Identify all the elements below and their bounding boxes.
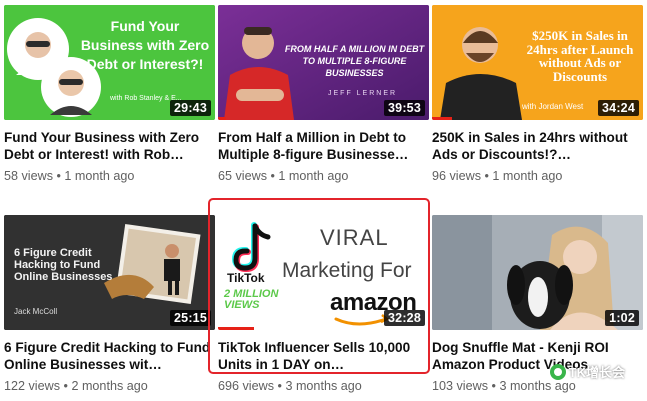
video-meta: 122 views • 2 months ago xyxy=(4,379,215,393)
video-title[interactable]: 250K in Sales in 24hrs without Ads or Di… xyxy=(432,130,639,163)
view-count: 58 views xyxy=(4,169,53,183)
upload-age: 1 month ago xyxy=(492,169,563,183)
thumbnail-viral: VIRAL xyxy=(320,225,389,250)
upload-age: 3 months ago xyxy=(285,379,362,393)
video-title[interactable]: From Half a Million in Debt to Multiple … xyxy=(218,130,425,163)
video-meta: 103 views • 3 months ago xyxy=(432,379,643,393)
video-duration: 32:28 xyxy=(384,310,425,326)
video-thumbnail[interactable]: TikTok 2 MILLION VIEWS VIRAL Marketing F… xyxy=(218,215,429,330)
view-count: 122 views xyxy=(4,379,61,393)
video-card-5[interactable]: TikTok 2 MILLION VIEWS VIRAL Marketing F… xyxy=(218,215,429,393)
video-thumbnail[interactable]: Fund Your Business with Zero Debt or Int… xyxy=(4,5,215,120)
upload-age: 3 months ago xyxy=(499,379,576,393)
upload-age: 1 month ago xyxy=(64,169,135,183)
thumbnail-headline: 6 Figure Credit Hacking to Fund Online B… xyxy=(14,247,113,283)
watermark: TK增长会 xyxy=(549,362,625,381)
video-duration: 39:53 xyxy=(384,100,425,116)
video-thumbnail[interactable]: 1:02 xyxy=(432,215,643,330)
meta-separator: • xyxy=(56,169,61,183)
video-title[interactable]: 6 Figure Credit Hacking to Fund Online B… xyxy=(4,340,211,373)
meta-separator: • xyxy=(270,169,275,183)
watch-progress xyxy=(432,117,452,120)
thumbnail-marketing: Marketing For xyxy=(282,259,412,282)
video-card-4[interactable]: 6 Figure Credit Hacking to Fund Online B… xyxy=(4,215,215,393)
video-card-2[interactable]: FROM HALF A MILLION IN DEBT TO MULTIPLE … xyxy=(218,5,429,183)
watch-progress xyxy=(218,117,226,120)
video-card-1[interactable]: Fund Your Business with Zero Debt or Int… xyxy=(4,5,215,183)
video-thumbnail[interactable]: $250K in Sales in 24hrs after Launch wit… xyxy=(432,5,643,120)
video-thumbnail[interactable]: 6 Figure Credit Hacking to Fund Online B… xyxy=(4,215,215,330)
video-title[interactable]: TikTok Influencer Sells 10,000 Units in … xyxy=(218,340,425,373)
video-duration: 34:24 xyxy=(598,100,639,116)
video-title[interactable]: Fund Your Business with Zero Debt or Int… xyxy=(4,130,211,163)
video-duration: 1:02 xyxy=(605,310,639,326)
view-count: 96 views xyxy=(432,169,481,183)
upload-age: 1 month ago xyxy=(278,169,349,183)
meta-separator: • xyxy=(63,379,68,393)
thumbnail-tiktok-label: TikTok xyxy=(227,271,265,285)
video-duration: 25:15 xyxy=(170,310,211,326)
thumbnail-millions: 2 MILLION VIEWS xyxy=(224,288,279,311)
wechat-icon xyxy=(549,363,566,380)
upload-age: 2 months ago xyxy=(71,379,148,393)
thumbnail-subtitle: with Jordan West xyxy=(522,102,584,111)
video-card-3[interactable]: $250K in Sales in 24hrs after Launch wit… xyxy=(432,5,643,183)
thumbnail-headline: Fund Your Business with Zero Debt or Int… xyxy=(80,18,210,72)
watermark-text: TK增长会 xyxy=(568,365,625,380)
thumbnail-subtitle: JEFF LERNER xyxy=(328,90,398,97)
video-meta: 65 views • 1 month ago xyxy=(218,169,429,183)
video-duration: 29:43 xyxy=(170,100,211,116)
thumbnail-headline: FROM HALF A MILLION IN DEBT TO MULTIPLE … xyxy=(284,44,425,78)
watch-progress xyxy=(218,327,254,330)
thumbnail-subtitle: Jack McColl xyxy=(14,307,58,316)
video-thumbnail[interactable]: FROM HALF A MILLION IN DEBT TO MULTIPLE … xyxy=(218,5,429,120)
thumbnail-headline: $250K in Sales in 24hrs after Launch wit… xyxy=(526,28,634,84)
view-count: 103 views xyxy=(432,379,489,393)
meta-separator: • xyxy=(277,379,282,393)
view-count: 65 views xyxy=(218,169,267,183)
video-meta: 96 views • 1 month ago xyxy=(432,169,643,183)
video-meta: 696 views • 3 months ago xyxy=(218,379,429,393)
meta-separator: • xyxy=(484,169,489,183)
meta-separator: • xyxy=(491,379,496,393)
view-count: 696 views xyxy=(218,379,275,393)
video-meta: 58 views • 1 month ago xyxy=(4,169,215,183)
